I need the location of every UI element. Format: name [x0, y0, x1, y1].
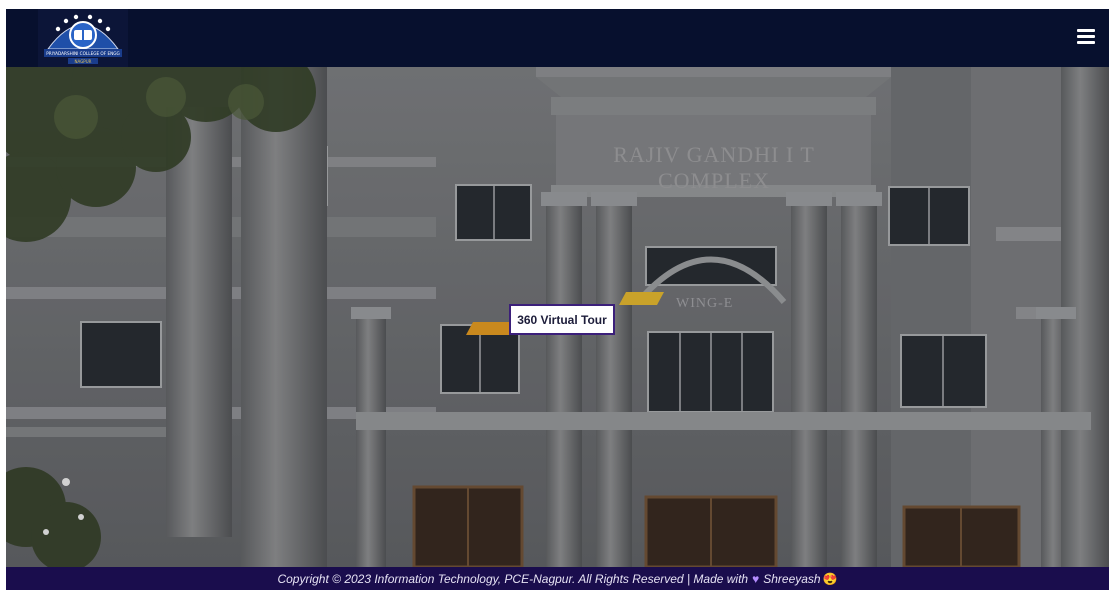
footer: Copyright © 2023 Information Technology,…	[6, 567, 1109, 590]
logo-subtext: NAGPUR	[75, 59, 92, 64]
wing-sign: WING-E	[676, 296, 734, 311]
campus-hero-image: RAJIV GANDHI I T COMPLEX WING-E 360 Virt…	[6, 67, 1109, 567]
heart-eyes-emoji-icon: 😍	[822, 571, 838, 586]
footer-author: Shreeyash	[763, 571, 821, 586]
footer-copyright-text: Copyright © 2023 Information Technology,…	[277, 571, 749, 586]
virtual-tour-button[interactable]: 360 Virtual Tour	[509, 304, 615, 335]
logo-text: PRIYADARSHINI COLLEGE OF ENGG	[46, 51, 120, 56]
hotspot-marker-right	[619, 292, 664, 305]
college-logo[interactable]: PRIYADARSHINI COLLEGE OF ENGG NAGPUR	[38, 9, 128, 67]
building-name-sign: RAJIV GANDHI I T COMPLEX	[613, 142, 815, 193]
hamburger-menu-icon[interactable]	[1077, 29, 1095, 45]
heart-icon: ♥	[752, 571, 760, 586]
top-navbar: PRIYADARSHINI COLLEGE OF ENGG NAGPUR	[6, 9, 1109, 67]
app-frame: PRIYADARSHINI COLLEGE OF ENGG NAGPUR RAJ…	[6, 9, 1109, 590]
